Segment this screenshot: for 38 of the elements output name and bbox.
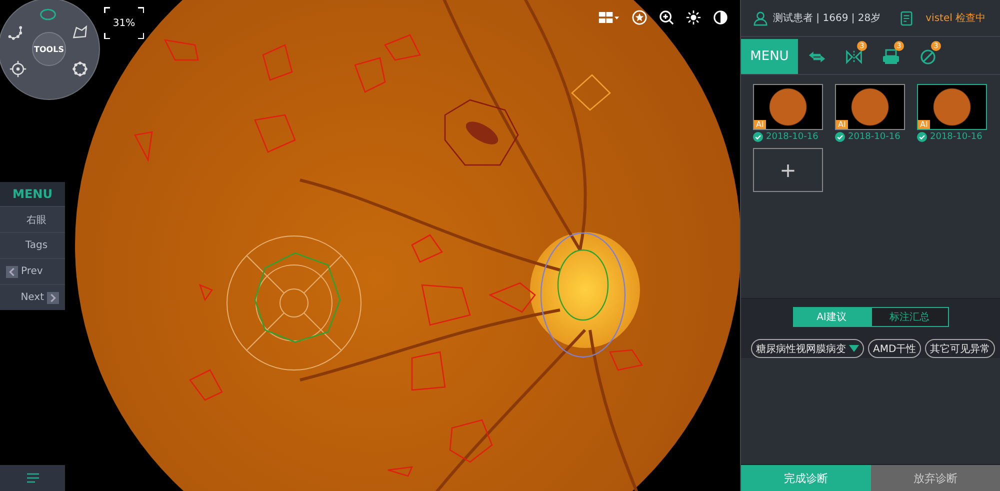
brightness-icon[interactable] [686,10,701,25]
hamburger-menu-icon [26,473,38,483]
printer-icon[interactable] [882,48,900,64]
point-tool-icon[interactable] [9,60,27,78]
menu-item[interactable]: 右眼 [0,206,65,232]
tools-button[interactable]: TOOLS [32,32,66,66]
zoom-in-icon[interactable] [659,10,674,25]
user-icon [753,10,768,26]
ellipse-tool-icon[interactable] [39,8,57,21]
finding-tag[interactable]: 糖尿病性视网膜病变 [751,339,864,358]
image-date: 2018-10-16 [848,132,900,142]
finding-tag[interactable]: AMD干性 [868,339,922,358]
menu-item[interactable]: Tags [0,232,65,258]
ai-badge: AI [836,120,848,129]
chevron-left-icon [6,266,18,278]
add-image-button[interactable]: + [753,148,823,192]
layout-grid-icon[interactable] [598,10,620,25]
ai-badge: AI [918,120,930,129]
action-button[interactable]: 放弃诊断 [870,465,1000,491]
chevron-right-icon [47,292,59,304]
image-date: 2018-10-16 [930,132,982,142]
patient-info: 测试患者 | 1669 | 28岁 [773,12,881,25]
contrast-icon[interactable] [713,10,728,25]
zoom-indicator: 31% [104,7,144,39]
menu-item[interactable]: Prev [0,258,65,284]
menu-item[interactable]: Next [0,284,65,310]
ai-badge: AI [754,120,766,129]
exam-status: vistel 检查中 [926,12,986,25]
swap-arrows-icon[interactable] [808,48,826,64]
dropdown-caret-icon [849,344,859,352]
circle-tool-icon[interactable] [71,60,89,78]
prohibited-icon[interactable] [918,48,936,64]
tab[interactable]: 标注汇总 [870,307,948,327]
mirror-icon[interactable] [844,48,862,64]
image-date: 2018-10-16 [766,132,818,142]
document-icon [900,10,913,26]
menu-title: MENU [0,182,65,206]
finding-tag[interactable]: 其它可见异常 [925,339,996,358]
